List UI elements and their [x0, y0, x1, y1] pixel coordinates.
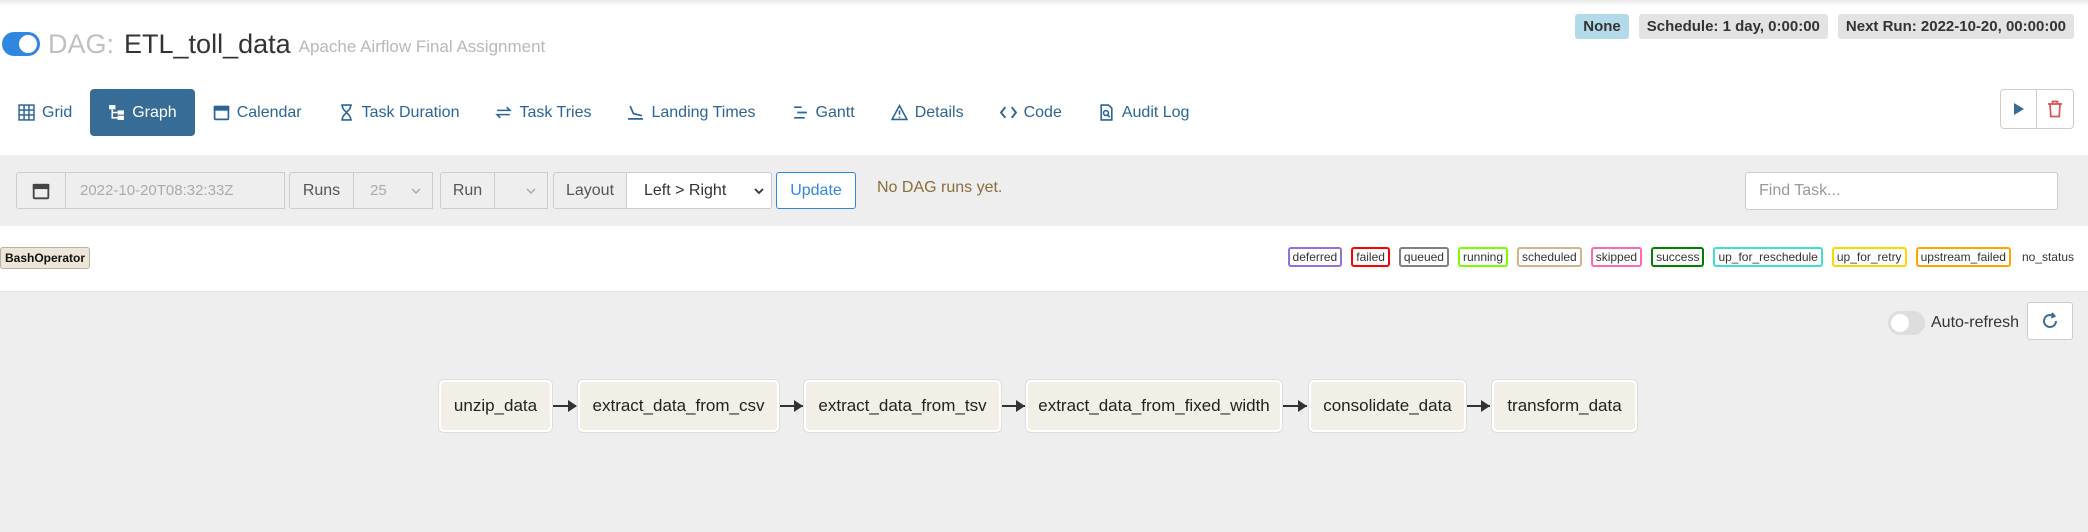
task-graph: unzip_data extract_data_from_csv extract…	[0, 292, 2088, 532]
find-task-input[interactable]: Find Task...	[1745, 172, 2058, 210]
tab-label: Audit Log	[1121, 103, 1190, 121]
task-node-transform-data[interactable]: transform_data	[1492, 380, 1637, 432]
dag-prefix: DAG:	[48, 28, 115, 59]
landing-icon	[628, 105, 644, 120]
tab-grid[interactable]: Grid	[0, 89, 90, 136]
state-legend: deferred failed queued running scheduled…	[1287, 247, 2074, 267]
calendar-icon	[213, 105, 229, 121]
graph-icon	[109, 105, 125, 120]
graph-canvas[interactable]: Auto-refresh unzip_data extract_data_fro…	[0, 291, 2088, 532]
chevron-down-icon	[526, 188, 536, 195]
view-tabs: Grid Graph Calendar Task Duration Task T…	[0, 89, 1207, 136]
layout-control: Layout Left > Right	[553, 172, 772, 209]
tab-label: Landing Times	[651, 103, 756, 121]
state-running: running	[1457, 247, 1508, 267]
chevron-down-icon	[754, 188, 764, 195]
base-date-input[interactable]: 2022-10-20T08:32:33Z	[66, 172, 285, 209]
state-skipped: skipped	[1590, 247, 1643, 267]
tab-audit-log[interactable]: Audit Log	[1080, 89, 1208, 136]
state-up-for-retry: up_for_retry	[1831, 247, 1907, 267]
state-failed: failed	[1351, 247, 1390, 267]
trigger-dag-button[interactable]	[2000, 89, 2037, 129]
trash-icon	[2048, 100, 2062, 118]
task-node-consolidate-data[interactable]: consolidate_data	[1309, 380, 1466, 432]
task-node-extract-data-from-tsv[interactable]: extract_data_from_tsv	[804, 380, 1001, 432]
tab-label: Details	[914, 103, 964, 121]
update-button[interactable]: Update	[776, 172, 856, 209]
play-icon	[2013, 103, 2024, 115]
top-shadow	[0, 0, 2088, 6]
tab-graph[interactable]: Graph	[90, 89, 195, 136]
audit-icon	[1100, 104, 1113, 121]
dag-description: Apache Airflow Final Assignment	[298, 37, 546, 56]
edge-arrow	[794, 400, 803, 412]
dag-header: DAG: ETL_toll_data Apache Airflow Final …	[0, 24, 545, 64]
state-no-status: no_status	[2019, 250, 2074, 264]
retry-icon	[495, 106, 513, 119]
state-scheduled: scheduled	[1517, 247, 1582, 267]
tab-code[interactable]: Code	[982, 89, 1080, 136]
runs-select[interactable]: 25	[354, 172, 433, 209]
update-control: Update	[776, 172, 856, 209]
run-control: Run	[440, 172, 548, 209]
state-up-for-reschedule: up_for_reschedule	[1713, 247, 1823, 267]
date-picker-button[interactable]	[16, 172, 66, 209]
state-queued: queued	[1398, 247, 1449, 267]
tab-landing-times[interactable]: Landing Times	[609, 89, 773, 136]
tab-task-duration[interactable]: Task Duration	[320, 89, 478, 136]
layout-select[interactable]: Left > Right	[627, 172, 772, 209]
tab-details[interactable]: Details	[873, 89, 982, 136]
edge-arrow	[1016, 400, 1025, 412]
state-deferred: deferred	[1287, 247, 1343, 267]
tab-label: Graph	[132, 103, 177, 121]
state-success: success	[1651, 247, 1705, 267]
edge-arrow	[568, 400, 577, 412]
tab-label: Code	[1023, 103, 1062, 121]
runs-control: Runs 25	[289, 172, 433, 209]
task-node-extract-data-from-csv[interactable]: extract_data_from_csv	[578, 380, 779, 432]
graph-toolbar: 2022-10-20T08:32:33Z Runs 25 Run Layout …	[0, 155, 2088, 226]
dag-pause-toggle[interactable]	[2, 32, 40, 56]
delete-dag-button[interactable]	[2037, 89, 2074, 129]
status-message: No DAG runs yet.	[877, 179, 1003, 196]
dag-actions	[2000, 89, 2074, 129]
calendar-icon	[32, 183, 50, 199]
task-node-unzip-data[interactable]: unzip_data	[439, 380, 552, 432]
tab-task-tries[interactable]: Task Tries	[477, 89, 609, 136]
hourglass-icon	[340, 104, 352, 121]
schedule-badge: Schedule: 1 day, 0:00:00	[1638, 14, 1828, 39]
runs-value: 25	[370, 182, 387, 199]
edge-arrow	[1481, 400, 1490, 412]
tab-label: Task Tries	[519, 103, 592, 121]
run-label: Run	[440, 172, 495, 209]
operator-legend-bashoperator: BashOperator	[0, 247, 91, 269]
dag-badges: None Schedule: 1 day, 0:00:00 Next Run: …	[1575, 14, 2074, 39]
tab-label: Calendar	[236, 103, 302, 121]
toggle-knob	[19, 35, 37, 53]
gantt-icon	[793, 106, 807, 119]
base-date-control: 2022-10-20T08:32:33Z	[16, 172, 285, 209]
code-icon	[999, 106, 1017, 119]
next-run-badge: Next Run: 2022-10-20, 00:00:00	[1837, 14, 2074, 39]
dag-id: ETL_toll_data	[124, 28, 291, 59]
chevron-down-icon	[411, 188, 421, 195]
tab-label: Grid	[42, 103, 73, 121]
grid-icon	[18, 104, 35, 121]
warning-icon	[890, 104, 908, 121]
layout-label: Layout	[553, 172, 627, 209]
state-upstream-failed: upstream_failed	[1915, 247, 2011, 267]
runs-label: Runs	[289, 172, 354, 209]
edge-arrow	[1298, 400, 1307, 412]
tab-gantt[interactable]: Gantt	[774, 89, 873, 136]
layout-value: Left > Right	[644, 181, 727, 199]
run-select[interactable]	[495, 172, 548, 209]
tab-label: Gantt	[815, 103, 855, 121]
tab-label: Task Duration	[361, 103, 460, 121]
tab-calendar[interactable]: Calendar	[195, 89, 320, 136]
task-node-extract-data-from-fixed-width[interactable]: extract_data_from_fixed_width	[1026, 380, 1282, 432]
dag-state-badge: None	[1575, 14, 1629, 39]
